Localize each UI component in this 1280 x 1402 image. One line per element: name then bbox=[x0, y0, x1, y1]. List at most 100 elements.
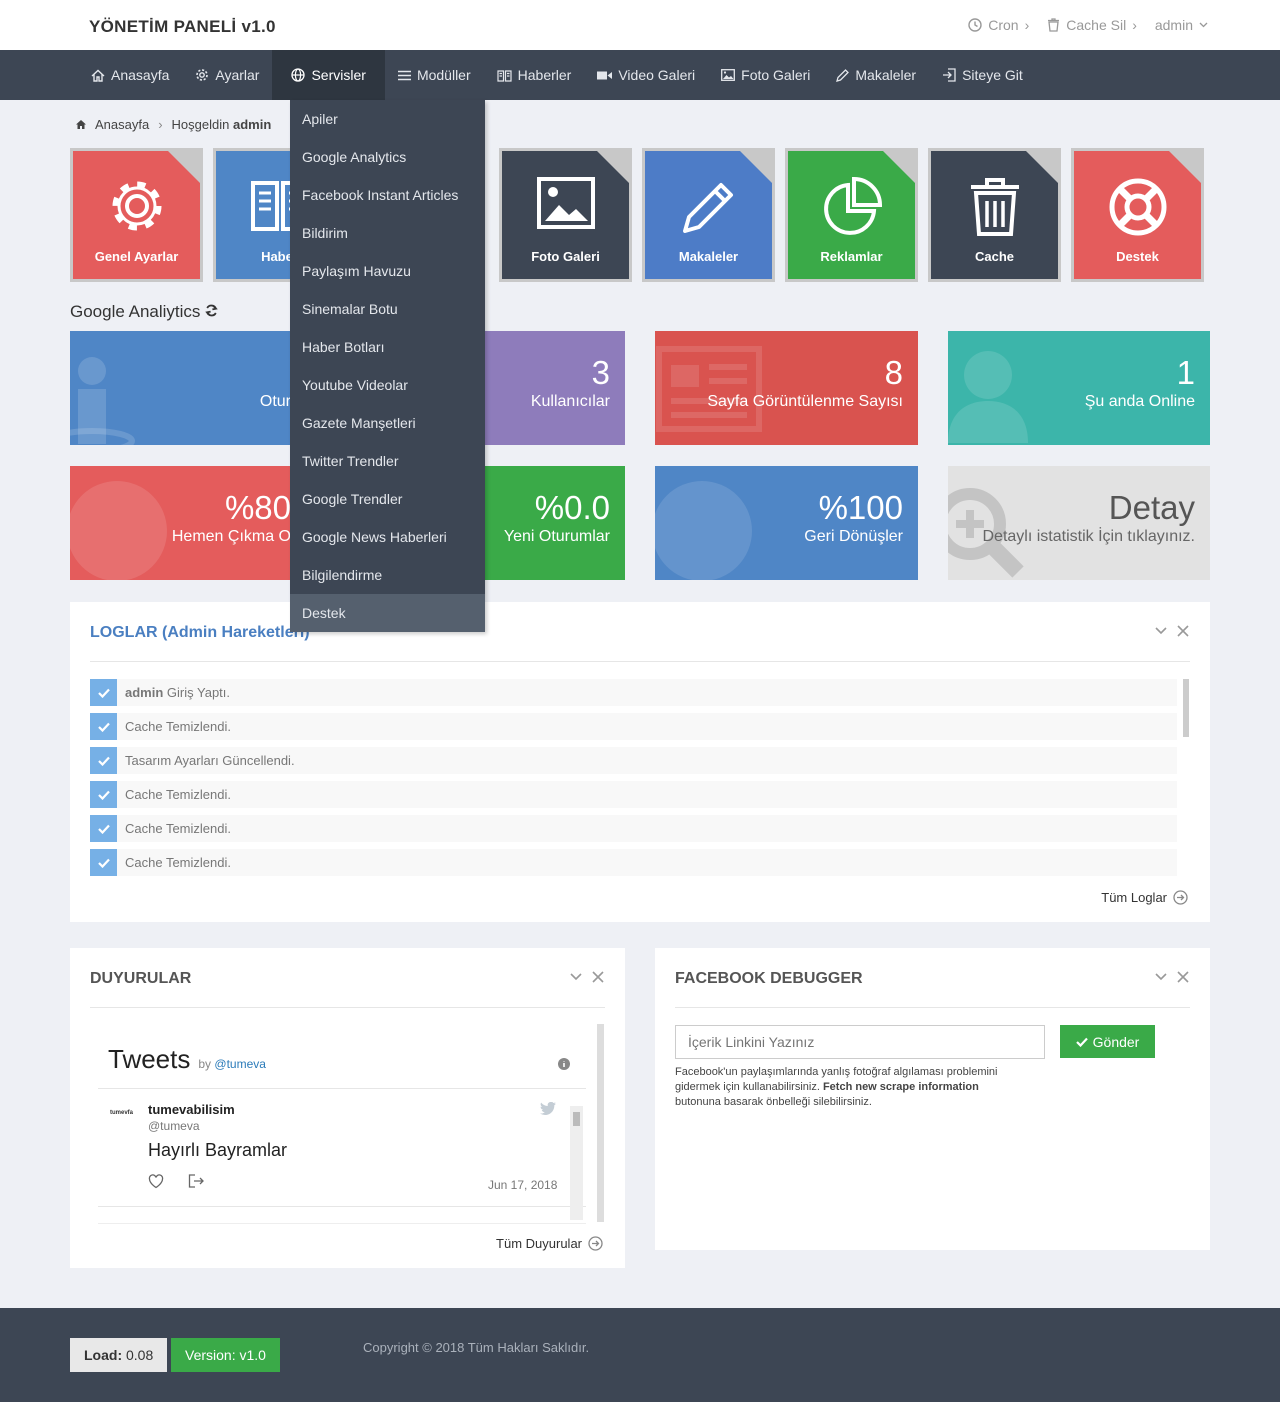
nav-foto-galeri[interactable]: Foto Galeri bbox=[708, 50, 823, 100]
servisler-dropdown: Apiler Google Analytics Facebook Instant… bbox=[290, 100, 485, 632]
version-badge: Version: v1.0 bbox=[171, 1338, 280, 1372]
share-icon[interactable] bbox=[188, 1174, 204, 1188]
tweet-handle[interactable]: @tumeva bbox=[148, 1119, 200, 1133]
nav-ayarlar[interactable]: Ayarlar bbox=[182, 50, 272, 100]
tile-makaleler[interactable]: Makaleler bbox=[642, 148, 775, 282]
send-button[interactable]: Gönder bbox=[1060, 1025, 1155, 1058]
close-icon[interactable] bbox=[1176, 970, 1190, 984]
analytics-title: Google Analiytics bbox=[70, 302, 218, 322]
check-icon bbox=[90, 781, 117, 808]
nav-makaleler[interactable]: Makaleler bbox=[823, 50, 929, 100]
menu-item-apiler[interactable]: Apiler bbox=[290, 100, 485, 138]
menu-item-youtube-videolar[interactable]: Youtube Videolar bbox=[290, 366, 485, 404]
all-logs-link[interactable]: Tüm Loglar bbox=[1101, 890, 1188, 905]
check-icon bbox=[90, 679, 117, 706]
nav-label: Modüller bbox=[416, 67, 471, 83]
book-icon bbox=[497, 69, 512, 82]
cron-link[interactable]: Cron › bbox=[968, 17, 1029, 33]
nav-servisler[interactable]: Servisler bbox=[272, 50, 385, 100]
menu-item-twitter-trendler[interactable]: Twitter Trendler bbox=[290, 442, 485, 480]
twitter-timeline[interactable]: Tweets by @tumeva tumevfa tumevabilisim … bbox=[98, 1024, 586, 1224]
menu-item-haber-botlari[interactable]: Haber Botları bbox=[290, 328, 485, 366]
info-icon[interactable] bbox=[558, 1058, 570, 1070]
user-menu[interactable]: admin bbox=[1155, 17, 1208, 33]
analytics-title-text: Google Analiytics bbox=[70, 302, 201, 321]
menu-item-destek[interactable]: Destek bbox=[290, 594, 485, 632]
tweet-scrollbar[interactable] bbox=[570, 1106, 583, 1220]
heart-icon[interactable] bbox=[148, 1174, 164, 1189]
brand-title[interactable]: YÖNETİM PANELİ v1.0 bbox=[89, 17, 276, 37]
help-text-bold: Fetch new scrape information bbox=[822, 1081, 979, 1093]
menu-item-sinemalar-botu[interactable]: Sinemalar Botu bbox=[290, 290, 485, 328]
facebook-debugger-title: FACEBOOK DEBUGGER bbox=[675, 970, 863, 987]
arrow-circle-right-icon bbox=[1173, 890, 1188, 905]
nav-label: Haberler bbox=[517, 67, 572, 83]
log-row: Cache Temizlendi. bbox=[90, 713, 1177, 740]
tile-destek[interactable]: Destek bbox=[1071, 148, 1204, 282]
video-camera-icon bbox=[597, 71, 613, 79]
globe-icon bbox=[291, 68, 306, 82]
breadcrumb-home[interactable]: Anasayfa bbox=[95, 117, 149, 132]
nav-haberler[interactable]: Haberler bbox=[484, 50, 585, 100]
close-icon[interactable] bbox=[591, 970, 605, 984]
gear-icon bbox=[196, 69, 209, 81]
logs-scrollbar[interactable] bbox=[1183, 679, 1189, 737]
stat-online[interactable]: 1 Şu anda Online bbox=[948, 331, 1210, 445]
send-button-label: Gönder bbox=[1092, 1033, 1140, 1050]
check-icon bbox=[90, 815, 117, 842]
chevron-down-icon[interactable] bbox=[569, 970, 583, 984]
menu-item-bildirim[interactable]: Bildirim bbox=[290, 214, 485, 252]
chevron-down-icon[interactable] bbox=[1154, 970, 1168, 984]
logs-title: LOGLAR (Admin Hareketleri) bbox=[90, 624, 310, 641]
stat-yeni-oturumlar[interactable]: %0.0 Yeni Oturumlar bbox=[485, 466, 625, 580]
chevron-down-icon[interactable] bbox=[1154, 624, 1168, 638]
stat-geri-donusler[interactable]: %100 Geri Dönüşler bbox=[655, 466, 918, 580]
tile-reklamlar[interactable]: Reklamlar bbox=[785, 148, 918, 282]
stat-kullanicilar[interactable]: 3 Kullanıcılar bbox=[485, 331, 625, 445]
pie-chart-icon bbox=[823, 176, 882, 235]
menu-item-google-trendler[interactable]: Google Trendler bbox=[290, 480, 485, 518]
twitter-bird-icon[interactable] bbox=[540, 1102, 556, 1115]
stat-detay[interactable]: Detay Detaylı istatistik İçin tıklayınız… bbox=[948, 466, 1210, 580]
close-icon[interactable] bbox=[1176, 624, 1190, 638]
welcome-text: Hoşgeldin bbox=[171, 117, 230, 132]
tweet-avatar[interactable]: tumevfa bbox=[110, 1110, 133, 1116]
menu-item-gazete-mansetleri[interactable]: Gazete Manşetleri bbox=[290, 404, 485, 442]
nav-anasayfa[interactable]: Anasayfa bbox=[78, 50, 182, 100]
stat-label: Yeni Oturumlar bbox=[503, 528, 610, 545]
all-announcements-link[interactable]: Tüm Duyurular bbox=[496, 1236, 603, 1251]
menu-item-bilgilendirme[interactable]: Bilgilendirme bbox=[290, 556, 485, 594]
link-input[interactable] bbox=[675, 1025, 1045, 1059]
menu-item-google-news-haberleri[interactable]: Google News Haberleri bbox=[290, 518, 485, 556]
cron-label: Cron bbox=[988, 17, 1019, 33]
menu-item-google-analytics[interactable]: Google Analytics bbox=[290, 138, 485, 176]
check-icon bbox=[90, 849, 117, 876]
load-label: Load: bbox=[84, 1347, 123, 1363]
tweet-date[interactable]: Jun 17, 2018 bbox=[488, 1178, 557, 1192]
stat-sayfa-goruntulenme[interactable]: 8 Sayfa Görüntülenme Sayısı bbox=[655, 331, 918, 445]
nav-moduller[interactable]: Modüller bbox=[385, 50, 484, 100]
cache-clear-link[interactable]: Cache Sil › bbox=[1047, 17, 1137, 33]
twitter-handle-link[interactable]: @tumeva bbox=[214, 1057, 266, 1071]
tile-foto-galeri[interactable]: Foto Galeri bbox=[499, 148, 632, 282]
menu-item-facebook-instant-articles[interactable]: Facebook Instant Articles bbox=[290, 176, 485, 214]
nav-video-galeri[interactable]: Video Galeri bbox=[584, 50, 708, 100]
chevron-right-icon: › bbox=[1132, 17, 1137, 33]
tweet-author[interactable]: tumevabilisim bbox=[148, 1102, 235, 1117]
widget-scrollbar[interactable] bbox=[597, 1024, 604, 1222]
tile-body: Makaleler bbox=[645, 151, 772, 279]
nav-siteye-git[interactable]: Siteye Git bbox=[929, 50, 1036, 100]
tile-label: Makaleler bbox=[678, 249, 739, 264]
tile-genel-ayarlar[interactable]: Genel Ayarlar bbox=[70, 148, 203, 282]
log-text: Cache Temizlendi. bbox=[125, 719, 231, 734]
sign-in-icon bbox=[943, 68, 956, 82]
facebook-debugger-panel: FACEBOOK DEBUGGER Gönder Facebook'un pay… bbox=[655, 948, 1210, 1250]
avatar-logo-text: tumevfa bbox=[110, 1110, 134, 1116]
menu-item-paylasim-havuzu[interactable]: Paylaşım Havuzu bbox=[290, 252, 485, 290]
log-row: admin Giriş Yaptı. bbox=[90, 679, 1177, 706]
image-icon bbox=[721, 69, 736, 81]
tile-label: Foto Galeri bbox=[531, 249, 600, 264]
shortcut-tiles: Genel Ayarlar Haber Foto Galeri Makalele… bbox=[70, 148, 1204, 282]
refresh-icon[interactable] bbox=[205, 304, 218, 317]
tile-cache[interactable]: Cache bbox=[928, 148, 1061, 282]
